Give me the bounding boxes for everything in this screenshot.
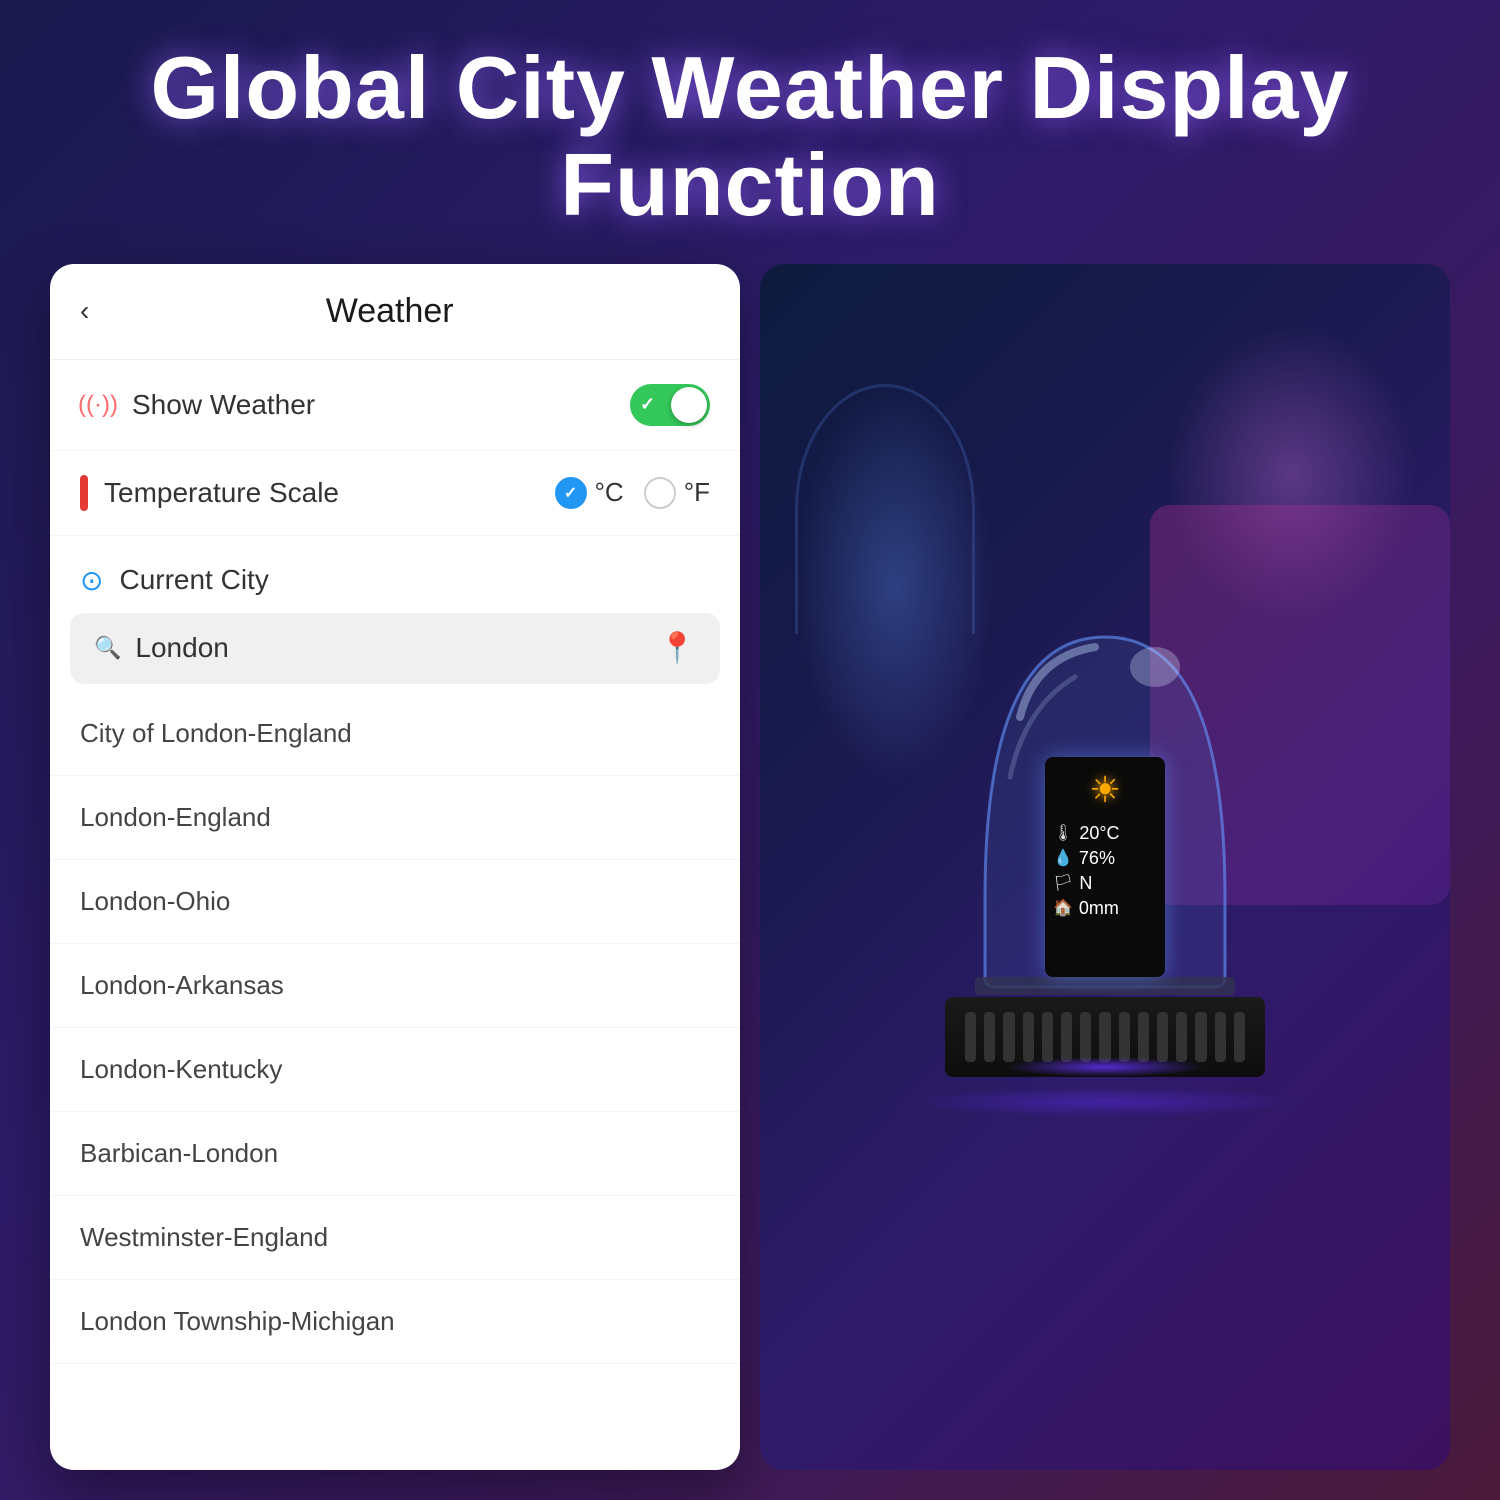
show-weather-row: ((·)) Show Weather ✓ (50, 360, 740, 451)
rain-value: 0mm (1079, 898, 1119, 919)
fahrenheit-radio[interactable] (644, 477, 676, 509)
vent-slot (1195, 1012, 1206, 1062)
show-weather-toggle[interactable]: ✓ (630, 384, 710, 426)
vent-slot (1176, 1012, 1187, 1062)
vent-slot (1080, 1012, 1091, 1062)
location-icon: ⊙ (80, 564, 103, 597)
vent-slot (1234, 1012, 1245, 1062)
vent-slot (1119, 1012, 1130, 1062)
temp-stat-icon: 🌡 (1053, 823, 1073, 843)
humidity-value: 76% (1079, 848, 1115, 869)
sun-icon: ☀ (1089, 769, 1121, 811)
city-result-item[interactable]: London-Arkansas (50, 944, 740, 1028)
phone-header: ‹ Weather (50, 264, 740, 360)
celsius-option[interactable]: °C (555, 477, 624, 509)
city-result-item[interactable]: Westminster-England (50, 1196, 740, 1280)
vent-slot (965, 1012, 976, 1062)
rain-stat: 🏠 0mm (1053, 898, 1157, 919)
back-button[interactable]: ‹ (80, 295, 89, 327)
fahrenheit-option[interactable]: °F (644, 477, 710, 509)
vent-slot (1099, 1012, 1110, 1062)
fahrenheit-label: °F (684, 477, 710, 508)
floor-glow (905, 1087, 1305, 1117)
temperature-stat: 🌡 20°C (1053, 823, 1157, 844)
vent-slot (1157, 1012, 1168, 1062)
temperature-scale-row: Temperature Scale °C °F (50, 451, 740, 536)
thermometer-icon (80, 475, 88, 511)
city-result-item[interactable]: London Township-Michigan (50, 1280, 740, 1364)
headline-section: Global City Weather Display Function (0, 0, 1500, 264)
vent-slot (1138, 1012, 1149, 1062)
phone-screen-title: Weather (109, 292, 670, 331)
gps-pin-icon[interactable]: 📍 (659, 631, 696, 666)
vent-slot (1003, 1012, 1014, 1062)
city-result-item[interactable]: London-England (50, 776, 740, 860)
headline-line2: Function (560, 135, 939, 234)
current-city-label: Current City (119, 564, 268, 596)
city-result-item[interactable]: London-Ohio (50, 860, 740, 944)
toggle-checkmark: ✓ (640, 394, 655, 415)
wind-value: N (1079, 873, 1092, 894)
city-result-item[interactable]: City of London-England (50, 692, 740, 776)
wind-stat-icon: 🏳 (1053, 873, 1073, 893)
corner-curves-decoration (795, 384, 975, 634)
vent-slot (1023, 1012, 1034, 1062)
city-search-bar[interactable]: 🔍 London 📍 (70, 613, 720, 684)
device-inner-display: ☀ 🌡 20°C 💧 76% 🏳 N 🏠 0m (1045, 757, 1165, 977)
temperature-scale-label: Temperature Scale (104, 477, 555, 509)
wifi-icon-container: ((·)) (80, 391, 116, 419)
device-panel: ☀ 🌡 20°C 💧 76% 🏳 N 🏠 0m (760, 264, 1450, 1470)
vent-slot (984, 1012, 995, 1062)
rain-stat-icon: 🏠 (1053, 898, 1073, 918)
humidity-stat-icon: 💧 (1053, 848, 1073, 868)
toggle-knob (671, 387, 707, 423)
temperature-options: °C °F (555, 477, 710, 509)
search-icon: 🔍 (94, 635, 121, 661)
city-result-item[interactable]: Barbican-London (50, 1112, 740, 1196)
wifi-icon: ((·)) (78, 391, 118, 419)
headline-line1: Global City Weather Display (150, 38, 1349, 137)
city-results-list: City of London-England London-England Lo… (50, 692, 740, 1470)
device-base (945, 997, 1265, 1077)
current-city-header: ⊙ Current City (50, 536, 740, 613)
vent-slot (1042, 1012, 1053, 1062)
celsius-label: °C (595, 477, 624, 508)
phone-panel: ‹ Weather ((·)) Show Weather ✓ Temperatu… (50, 264, 740, 1470)
show-weather-label: Show Weather (132, 389, 630, 421)
glass-dome: ☀ 🌡 20°C 💧 76% 🏳 N 🏠 0m (965, 617, 1245, 997)
content-area: ‹ Weather ((·)) Show Weather ✓ Temperatu… (50, 264, 1450, 1500)
temperature-value: 20°C (1079, 823, 1119, 844)
vent-slot (1215, 1012, 1226, 1062)
celsius-radio[interactable] (555, 477, 587, 509)
device-container: ☀ 🌡 20°C 💧 76% 🏳 N 🏠 0m (905, 617, 1305, 1117)
wind-stat: 🏳 N (1053, 873, 1157, 894)
search-input-value[interactable]: London (135, 632, 658, 664)
headline-title: Global City Weather Display Function (60, 40, 1440, 234)
humidity-stat: 💧 76% (1053, 848, 1157, 869)
base-glow (1005, 1057, 1205, 1077)
city-result-item[interactable]: London-Kentucky (50, 1028, 740, 1112)
vent-slot (1061, 1012, 1072, 1062)
